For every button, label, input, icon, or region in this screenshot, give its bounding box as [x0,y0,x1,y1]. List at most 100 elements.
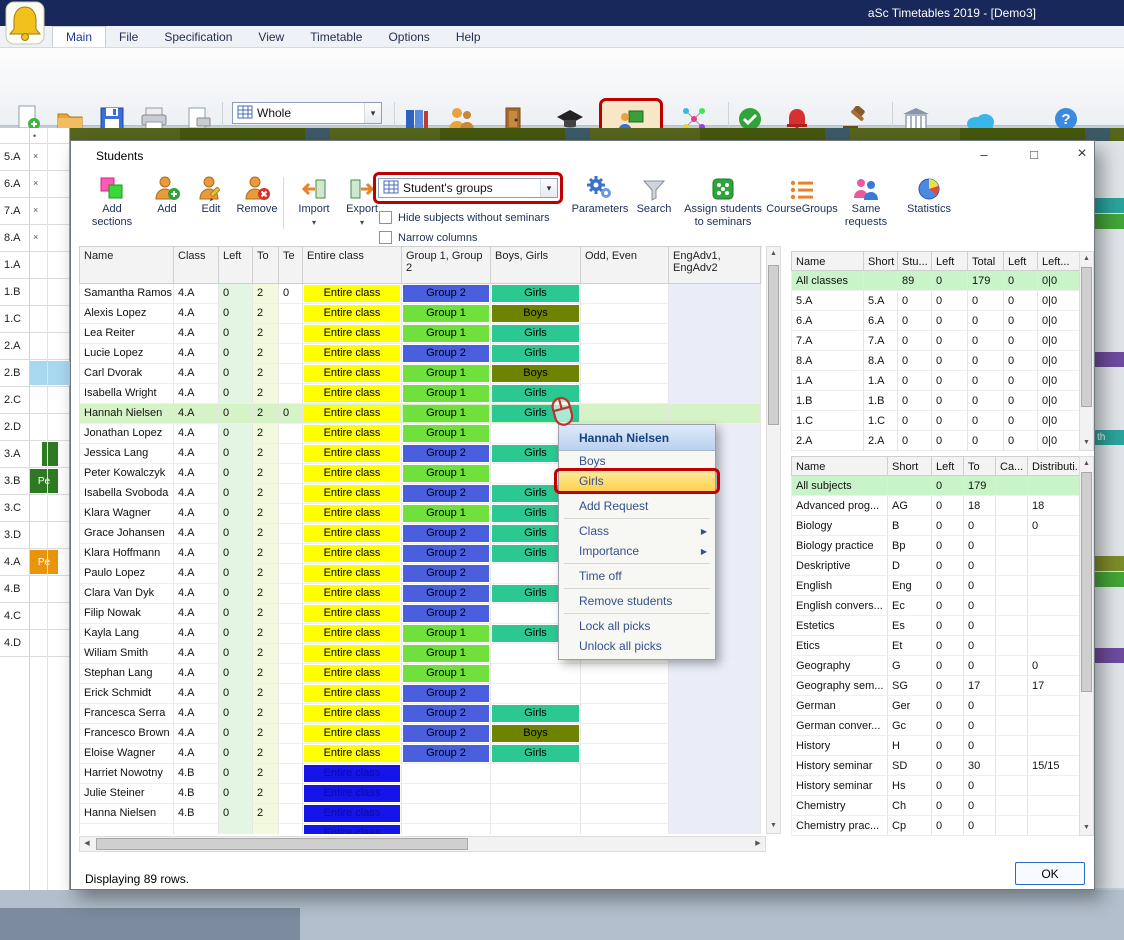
hide-subjects-checkbox[interactable] [379,211,392,224]
subject-summary-row[interactable]: English convers... Ec 0 0 [791,596,1094,616]
group-cell[interactable]: Group 2 [402,284,491,304]
scroll-up-icon[interactable] [767,247,780,261]
engadv-cell[interactable] [669,384,761,404]
timetable-class-row[interactable]: 4.D [0,630,69,657]
classes-vertical-scrollbar[interactable] [1079,251,1094,451]
gender-cell[interactable]: Girls [491,744,581,764]
statistics-button[interactable]: Statistics [899,173,959,216]
group-cell[interactable]: Group 1 [402,324,491,344]
groups-select[interactable]: Student's groups [378,178,558,198]
entire-class-chip[interactable]: Entire class [304,585,400,602]
column-header[interactable]: Left [932,457,964,476]
entire-class-chip[interactable]: Entire class [304,365,400,382]
odd-even-cell[interactable] [581,344,669,364]
scroll-up-icon[interactable] [1080,252,1093,266]
group-chip[interactable]: Group 1 [403,465,489,482]
close-button[interactable] [1067,143,1097,165]
entire-class-cell[interactable]: Entire class [303,784,402,804]
group-cell[interactable]: Group 1 [402,364,491,384]
menu-item[interactable]: Timetable [297,26,375,47]
entire-class-chip[interactable]: Entire class [304,465,400,482]
gender-chip[interactable]: Girls [492,345,579,362]
column-header[interactable]: Te [279,247,303,284]
class-summary-row[interactable]: 8.A 8.A 0 0 0 0 0|0 [791,351,1094,371]
column-header[interactable]: Name [792,457,888,476]
group-cell[interactable]: Group 2 [402,444,491,464]
entire-class-cell[interactable]: Entire class [303,384,402,404]
entire-class-cell[interactable]: Entire class [303,824,402,834]
group-chip[interactable]: Group 1 [403,425,489,442]
engadv-cell[interactable] [669,764,761,784]
student-row[interactable]: Alexis Lopez 4.A 0 2 Entire class Group … [80,304,762,324]
timetable-class-row[interactable]: 2.C [0,387,69,414]
group-chip[interactable]: Group 1 [403,365,489,382]
context-menu-item[interactable]: Lock all picks [559,616,715,636]
gender-chip[interactable]: Boys [492,305,579,322]
engadv-cell[interactable] [669,684,761,704]
gender-cell[interactable] [491,684,581,704]
entire-class-cell[interactable]: Entire class [303,544,402,564]
class-summary-row[interactable]: 7.A 7.A 0 0 0 0 0|0 [791,331,1094,351]
group-chip[interactable]: Group 1 [403,305,489,322]
subject-summary-row[interactable]: Biology practice Bp 0 0 [791,536,1094,556]
timetable-class-row[interactable]: 4.B [0,576,69,603]
engadv-cell[interactable] [669,724,761,744]
context-menu-item[interactable] [564,518,710,519]
entire-class-cell[interactable]: Entire class [303,524,402,544]
menu-item[interactable]: View [245,26,297,47]
class-summary-row[interactable]: 5.A 5.A 0 0 0 0 0|0 [791,291,1094,311]
odd-even-cell[interactable] [581,324,669,344]
subject-summary-row[interactable]: German Ger 0 0 [791,696,1094,716]
timetable-class-row[interactable]: 1.B [0,279,69,306]
subject-summary-row[interactable]: German conver... Gc 0 0 [791,716,1094,736]
group-chip[interactable]: Group 1 [403,405,489,422]
group-cell[interactable]: Group 1 [402,384,491,404]
engadv-cell[interactable] [669,344,761,364]
entire-class-cell[interactable]: Entire class [303,284,402,304]
group-chip[interactable]: Group 2 [403,585,489,602]
timetable-class-row[interactable]: 1.A [0,252,69,279]
timetable-class-row[interactable]: • [0,128,69,144]
entire-class-cell[interactable]: Entire class [303,324,402,344]
group-cell[interactable]: Group 2 [402,744,491,764]
group-chip[interactable]: Group 2 [403,545,489,562]
entire-class-cell[interactable]: Entire class [303,304,402,324]
engadv-cell[interactable] [669,824,761,834]
narrow-columns-checkbox[interactable] [379,231,392,244]
student-row[interactable]: Lea Reiter 4.A 0 2 Entire class Group 1 … [80,324,762,344]
column-header[interactable]: Boys, Girls [491,247,581,284]
odd-even-cell[interactable] [581,804,669,824]
timetable-class-row[interactable]: 3.A [0,441,69,468]
group-chip[interactable]: Group 1 [403,665,489,682]
column-header[interactable]: Group 1, Group 2 [402,247,491,284]
subject-summary-row[interactable]: Chemistry prac... Cp 0 0 [791,816,1094,836]
student-row[interactable]: Eloise Wagner 4.A 0 2 Entire class Group… [80,744,762,764]
odd-even-cell[interactable] [581,784,669,804]
entire-class-chip[interactable]: Entire class [304,825,400,834]
group-cell[interactable] [402,784,491,804]
entire-class-cell[interactable]: Entire class [303,584,402,604]
odd-even-cell[interactable] [581,764,669,784]
context-menu-item[interactable]: Add Request [559,496,715,516]
column-header[interactable]: To [964,457,996,476]
group-cell[interactable]: Group 2 [402,544,491,564]
parameters-button[interactable]: Parameters [571,173,629,216]
column-header[interactable]: To [253,247,279,284]
menu-item[interactable]: Main [52,26,106,47]
scroll-down-icon[interactable] [1080,821,1093,835]
students-horizontal-scrollbar[interactable] [79,836,766,852]
entire-class-cell[interactable]: Entire class [303,704,402,724]
group-chip[interactable]: Group 2 [403,345,489,362]
scroll-right-icon[interactable] [751,837,765,851]
chevron-down-icon[interactable] [540,179,557,197]
timetable-class-row[interactable]: 6.A × [0,171,69,198]
group-cell[interactable]: Group 2 [402,684,491,704]
entire-class-cell[interactable]: Entire class [303,464,402,484]
group-cell[interactable]: Group 1 [402,404,491,424]
context-menu-item[interactable] [564,613,710,614]
scrollbar-thumb[interactable] [1081,267,1092,407]
context-menu-item[interactable]: Class ▶ [559,521,715,541]
odd-even-cell[interactable] [581,824,669,834]
group-cell[interactable]: Group 1 [402,644,491,664]
maximize-button[interactable] [1019,143,1049,165]
